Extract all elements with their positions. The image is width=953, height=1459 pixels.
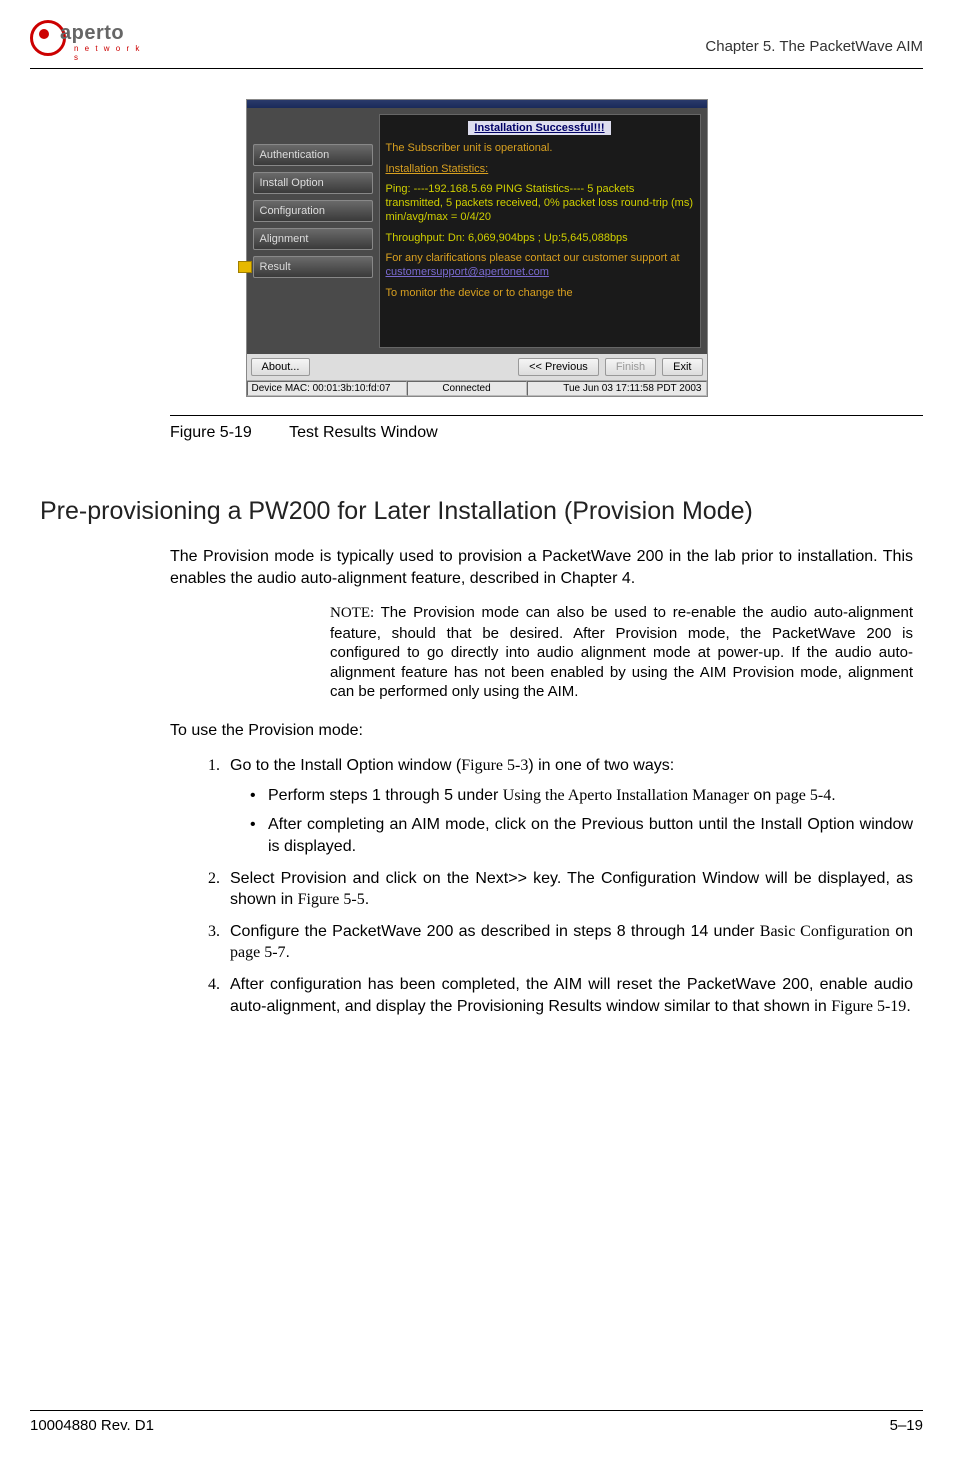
- footer: 10004880 Rev. D1 5–19: [30, 1410, 923, 1434]
- note-label: NOTE:: [330, 605, 374, 621]
- figure-number: Figure 5-19: [170, 424, 285, 442]
- step-4: After configuration has been completed, …: [224, 974, 913, 1017]
- tab-result[interactable]: Result: [253, 256, 373, 278]
- footer-rule: [30, 1410, 923, 1411]
- support-email-link[interactable]: customersupport@apertonet.com: [386, 266, 549, 278]
- monitor-text: To monitor the device or to change the: [386, 286, 694, 300]
- ref-page-5-4[interactable]: page 5-4: [776, 787, 832, 804]
- status-line-2: Installation Statistics:: [386, 162, 694, 176]
- intro-paragraph: The Provision mode is typically used to …: [170, 546, 913, 589]
- ref-figure-5-19[interactable]: Figure 5-19: [831, 998, 906, 1015]
- note-body: The Provision mode can also be used to r…: [330, 604, 913, 700]
- ref-using-aim[interactable]: Using the Aperto Installation Manager: [503, 787, 749, 804]
- step-3: Configure the PacketWave 200 as describe…: [224, 921, 913, 964]
- status-bar: Device MAC: 00:01:3b:10:fd:07 Connected …: [247, 380, 707, 396]
- status-mac: Device MAC: 00:01:3b:10:fd:07: [247, 381, 407, 396]
- step-1-bullet-1: Perform steps 1 through 5 under Using th…: [250, 785, 913, 807]
- note-block: NOTE: The Provision mode can also be use…: [330, 603, 913, 702]
- about-button[interactable]: About...: [251, 358, 311, 376]
- page-number: 5–19: [890, 1417, 923, 1434]
- titlebar: [247, 100, 707, 108]
- ref-basic-config[interactable]: Basic Configuration: [760, 923, 890, 940]
- chapter-label: Chapter 5. The PacketWave AIM: [705, 38, 923, 55]
- sidebar: Authentication Install Option Configurat…: [253, 114, 373, 348]
- tab-configuration[interactable]: Configuration: [253, 200, 373, 222]
- previous-button[interactable]: << Previous: [518, 358, 599, 376]
- status-line-1: The Subscriber unit is operational.: [386, 141, 694, 155]
- throughput-stats: Throughput: Dn: 6,069,904bps ; Up:5,645,…: [386, 231, 694, 245]
- step-1-bullet-2: After completing an AIM mode, click on t…: [250, 814, 913, 857]
- steps-list: Go to the Install Option window (Figure …: [180, 755, 913, 1017]
- status-time: Tue Jun 03 17:11:58 PDT 2003: [527, 381, 707, 396]
- ref-page-5-7[interactable]: page 5-7: [230, 944, 286, 961]
- ping-stats: Ping: ----192.168.5.69 PING Statistics--…: [386, 182, 694, 225]
- section-heading: Pre-provisioning a PW200 for Later Insta…: [40, 497, 923, 526]
- tab-authentication[interactable]: Authentication: [253, 144, 373, 166]
- ref-figure-5-3[interactable]: Figure 5-3: [461, 757, 528, 774]
- ref-figure-5-5[interactable]: Figure 5-5: [298, 891, 365, 908]
- step-2: Select Provision and click on the Next>>…: [224, 868, 913, 911]
- screenshot-window: Authentication Install Option Configurat…: [246, 99, 708, 397]
- lead-in-paragraph: To use the Provision mode:: [170, 720, 913, 742]
- success-banner: Installation Successful!!!: [386, 121, 694, 135]
- exit-button[interactable]: Exit: [662, 358, 702, 376]
- step-1: Go to the Install Option window (Figure …: [224, 755, 913, 857]
- logo: aperto n e t w o r k s: [30, 20, 150, 60]
- figure-caption: Figure 5-19 Test Results Window: [170, 424, 923, 442]
- figure-rule: [170, 415, 923, 416]
- header-rule: [30, 68, 923, 69]
- figure-title: Test Results Window: [289, 424, 438, 441]
- tab-alignment[interactable]: Alignment: [253, 228, 373, 250]
- logo-text: aperto: [60, 22, 124, 45]
- tab-install-option[interactable]: Install Option: [253, 172, 373, 194]
- logo-subtext: n e t w o r k s: [74, 44, 150, 62]
- doc-number: 10004880 Rev. D1: [30, 1417, 154, 1434]
- button-row: About... << Previous Finish Exit: [247, 354, 707, 380]
- result-panel: Installation Successful!!! The Subscribe…: [379, 114, 701, 348]
- finish-button: Finish: [605, 358, 656, 376]
- support-text: For any clarifications please contact ou…: [386, 251, 694, 280]
- status-connection: Connected: [407, 381, 527, 396]
